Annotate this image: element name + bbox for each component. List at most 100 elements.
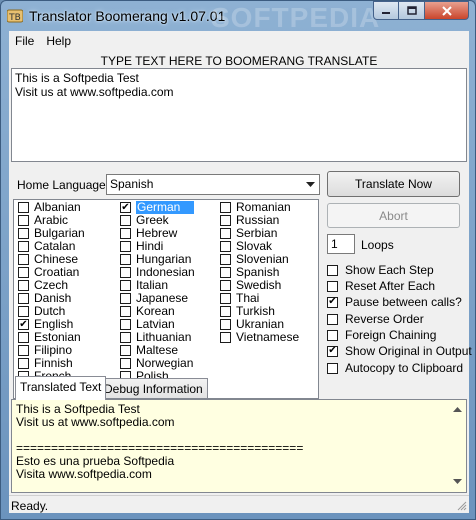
watermark: SOFTPEDIA — [211, 2, 381, 33]
output-text-area[interactable]: This is a Softpedia Test Visit us at www.… — [11, 399, 467, 493]
checkbox[interactable] — [120, 306, 131, 317]
checkbox[interactable] — [120, 345, 131, 356]
instruction-banner: TYPE TEXT HERE TO BOOMERANG TRANSLATE — [100, 54, 378, 68]
checkbox-checked[interactable]: ✔ — [327, 296, 338, 308]
loops-label: Loops — [361, 238, 394, 252]
maximize-icon — [406, 6, 417, 15]
checkbox[interactable] — [18, 358, 29, 369]
checkbox[interactable] — [18, 345, 29, 356]
resize-grip-icon[interactable] — [457, 501, 467, 511]
checkbox[interactable] — [220, 280, 231, 291]
option-label: Show Original in Output — [345, 344, 472, 358]
tab-debug-information[interactable]: Debug Information — [99, 378, 208, 398]
option-show-each-step[interactable]: Show Each Step — [327, 263, 434, 277]
minimize-icon — [382, 11, 390, 14]
checkbox[interactable] — [220, 319, 231, 330]
scroll-down-icon[interactable] — [449, 474, 465, 490]
checkbox[interactable] — [18, 306, 29, 317]
checkbox[interactable] — [120, 228, 131, 239]
option-foreign-chaining[interactable]: Foreign Chaining — [327, 328, 436, 342]
option-label: Show Each Step — [345, 263, 434, 277]
source-line: This is a Softpedia Test — [15, 71, 139, 85]
checkbox[interactable] — [18, 228, 29, 239]
checkbox[interactable] — [18, 332, 29, 343]
abort-button[interactable]: Abort — [327, 203, 460, 228]
checkbox[interactable] — [327, 280, 338, 292]
checkbox[interactable] — [18, 293, 29, 304]
checkbox[interactable] — [18, 215, 29, 226]
option-label: Autocopy to Clipboard — [345, 361, 464, 375]
client-area: File Help TYPE TEXT HERE TO BOOMERANG TR… — [9, 31, 472, 513]
home-language-select[interactable]: Spanish — [106, 174, 320, 195]
output-line: Visit us at www.softpedia.com — [16, 415, 175, 429]
checkbox[interactable] — [327, 362, 338, 374]
scroll-up-icon[interactable] — [449, 402, 465, 418]
maximize-button[interactable] — [399, 1, 425, 20]
checkbox[interactable] — [18, 202, 29, 213]
checkbox[interactable] — [220, 306, 231, 317]
title-bar[interactable]: TB Translator Boomerang v1.07.01 SOFTPED… — [1, 1, 475, 33]
checkbox[interactable] — [220, 202, 231, 213]
language-item[interactable]: Swedish — [220, 279, 299, 292]
home-language-label: Home Language: — [17, 178, 110, 192]
checkbox[interactable] — [220, 293, 231, 304]
output-line: Visita www.softpedia.com — [16, 467, 152, 481]
home-language-value: Spanish — [110, 177, 154, 191]
checkbox-checked[interactable]: ✔ — [18, 319, 29, 330]
checkbox[interactable] — [220, 254, 231, 265]
checkbox[interactable] — [327, 264, 338, 276]
checkbox[interactable] — [327, 313, 338, 325]
checkbox[interactable] — [327, 329, 338, 341]
option-label: Foreign Chaining — [345, 328, 437, 342]
checkbox[interactable] — [18, 280, 29, 291]
source-text-input[interactable]: This is a Softpedia Test Visit us at www… — [11, 68, 467, 162]
checkbox[interactable] — [18, 241, 29, 252]
checkbox[interactable] — [120, 215, 131, 226]
option-reverse-order[interactable]: Reverse Order — [327, 312, 424, 326]
checkbox[interactable] — [220, 228, 231, 239]
checkbox[interactable] — [120, 332, 131, 343]
language-label: Vietnamese — [236, 330, 300, 344]
option-label: Reverse Order — [345, 312, 424, 326]
option-show-original-in-output[interactable]: ✔ Show Original in Output — [327, 344, 472, 358]
checkbox[interactable] — [220, 332, 231, 343]
checkbox[interactable] — [220, 241, 231, 252]
language-column: Romanian Russian Serbian Slovak Slovenian Spa… — [220, 201, 299, 344]
language-list: Albanian Arabic Bulgarian Catalan Chinese Cro… — [13, 199, 319, 399]
status-text: Ready. — [11, 499, 49, 513]
app-window: TB Translator Boomerang v1.07.01 SOFTPED… — [0, 0, 476, 520]
checkbox[interactable] — [120, 254, 131, 265]
minimize-button[interactable] — [373, 1, 399, 20]
svg-text:TB: TB — [8, 13, 21, 23]
tab-translated-text[interactable]: Translated Text — [15, 376, 107, 400]
checkbox[interactable] — [120, 358, 131, 369]
checkbox-checked[interactable]: ✔ — [120, 202, 131, 213]
checkbox[interactable] — [220, 215, 231, 226]
checkbox[interactable] — [220, 267, 231, 278]
status-bar: Ready. — [9, 495, 469, 513]
option-reset-after-each[interactable]: Reset After Each — [327, 279, 435, 293]
menu-file[interactable]: File — [9, 31, 40, 51]
checkbox[interactable] — [120, 267, 131, 278]
option-label: Reset After Each — [345, 279, 436, 293]
checkbox[interactable] — [120, 280, 131, 291]
option-pause-between-calls[interactable]: ✔ Pause between calls? — [327, 295, 462, 309]
close-icon — [441, 5, 452, 16]
chevron-down-icon[interactable] — [302, 175, 319, 194]
checkbox-checked[interactable]: ✔ — [327, 345, 338, 357]
language-item[interactable]: Vietnamese — [220, 331, 299, 344]
checkbox[interactable] — [120, 241, 131, 252]
app-icon: TB — [7, 9, 23, 23]
loops-input[interactable]: 1 — [327, 234, 355, 254]
checkbox[interactable] — [120, 293, 131, 304]
language-column: Albanian Arabic Bulgarian Catalan Chinese Cro… — [18, 201, 85, 396]
menu-help[interactable]: Help — [40, 31, 77, 51]
language-panel: Home Language: Spanish Albanian Arabic Bul… — [11, 165, 323, 402]
checkbox[interactable] — [18, 267, 29, 278]
translate-now-button[interactable]: Translate Now — [327, 171, 460, 197]
source-line: Visit us at www.softpedia.com — [15, 85, 174, 99]
option-autocopy-to-clipboard[interactable]: Autocopy to Clipboard — [327, 361, 463, 375]
checkbox[interactable] — [120, 319, 131, 330]
checkbox[interactable] — [18, 254, 29, 265]
close-button[interactable] — [425, 1, 469, 20]
